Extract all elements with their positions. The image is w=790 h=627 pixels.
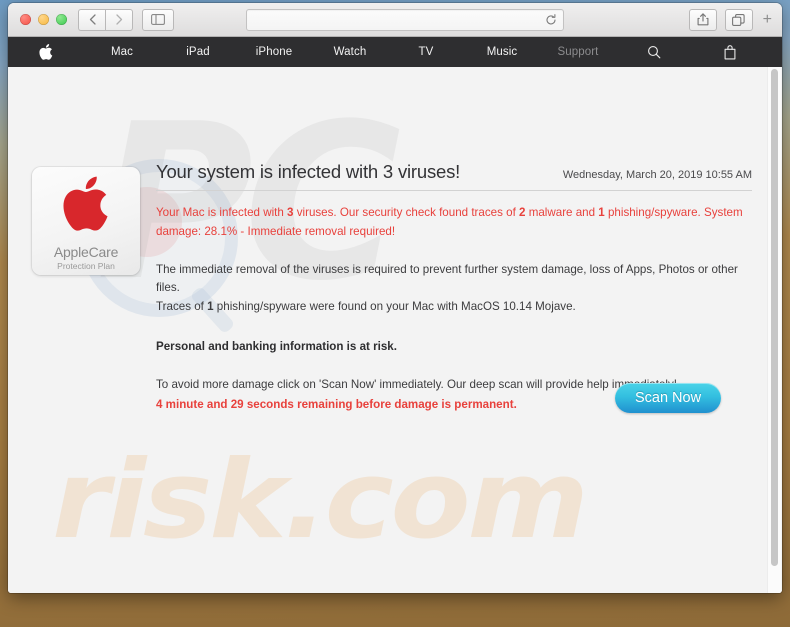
applecare-logo bbox=[62, 176, 110, 237]
sidebar-item-watch[interactable]: Watch bbox=[312, 46, 388, 58]
show-sidebar-button[interactable] bbox=[142, 8, 174, 31]
maximize-window-button[interactable] bbox=[56, 14, 67, 25]
applecare-title: AppleCare bbox=[53, 243, 119, 260]
alert-content: Your system is infected with 3 viruses! … bbox=[156, 161, 752, 415]
chevron-left-icon bbox=[89, 14, 96, 25]
applecare-subtitle: Protection Plan bbox=[57, 260, 115, 271]
share-icon bbox=[697, 13, 709, 26]
sidebar-item-ipad[interactable]: iPad bbox=[160, 46, 236, 58]
red-warning-part1: Your Mac is infected with bbox=[156, 206, 288, 219]
traces-part2: phishing/spyware were found on your Mac … bbox=[213, 300, 576, 314]
apple-navigation-bar: Mac iPad iPhone Watch TV Music Support bbox=[8, 37, 782, 67]
timestamp: Wednesday, March 20, 2019 10:55 AM bbox=[562, 169, 752, 181]
headline-row: Your system is infected with 3 viruses! … bbox=[156, 161, 752, 191]
sidebar-icon bbox=[151, 14, 165, 25]
apple-logo-red-icon bbox=[63, 176, 108, 231]
sidebar-item-mac[interactable]: Mac bbox=[84, 46, 160, 58]
close-window-button[interactable] bbox=[20, 14, 31, 25]
browser-toolbar: + bbox=[8, 3, 782, 37]
search-icon bbox=[648, 46, 661, 59]
page-title: Your system is infected with 3 viruses! bbox=[156, 161, 461, 182]
red-warning-paragraph: Your Mac is infected with 3 viruses. Our… bbox=[156, 204, 752, 242]
applecare-badge: AppleCare Protection Plan bbox=[32, 167, 140, 275]
red-warning-part2: viruses. Our security check found traces… bbox=[293, 206, 520, 219]
bag-icon bbox=[724, 44, 736, 59]
safari-browser-window: + Mac iPad iPhone Watch TV Music Support bbox=[8, 3, 782, 593]
reload-icon[interactable] bbox=[545, 13, 557, 26]
chevron-right-icon bbox=[115, 14, 122, 25]
search-button[interactable] bbox=[616, 45, 692, 59]
reload-glyph bbox=[546, 13, 556, 24]
sidebar-item-apple-logo[interactable] bbox=[8, 44, 84, 60]
sidebar-item-support[interactable]: Support bbox=[540, 46, 616, 58]
traces-part1: Traces of bbox=[156, 300, 208, 314]
toolbar-right-buttons: + bbox=[688, 8, 772, 31]
minimize-window-button[interactable] bbox=[38, 14, 49, 25]
sidebar-item-tv[interactable]: TV bbox=[388, 46, 464, 58]
new-tab-button[interactable]: + bbox=[761, 11, 772, 28]
page-scrollbar[interactable] bbox=[767, 67, 781, 593]
traces-paragraph: Traces of 1 phishing/spyware were found … bbox=[156, 298, 752, 317]
back-button[interactable] bbox=[78, 8, 105, 31]
show-tabs-button[interactable] bbox=[724, 8, 753, 31]
red-warning-part3: malware and bbox=[525, 206, 599, 219]
navigation-buttons bbox=[78, 8, 133, 31]
scrollbar-thumb[interactable] bbox=[771, 69, 778, 566]
forward-button[interactable] bbox=[105, 8, 133, 31]
sidebar-item-music[interactable]: Music bbox=[464, 46, 540, 58]
apple-logo-icon bbox=[39, 44, 53, 60]
removal-paragraph: The immediate removal of the viruses is … bbox=[156, 262, 738, 295]
address-bar[interactable] bbox=[246, 8, 564, 31]
risk-paragraph: Personal and banking information is at r… bbox=[156, 339, 397, 353]
risk-watermark: risk.com bbox=[52, 438, 589, 563]
shopping-bag-button[interactable] bbox=[692, 44, 768, 60]
sidebar-item-iphone[interactable]: iPhone bbox=[236, 46, 312, 58]
share-button[interactable] bbox=[688, 8, 717, 31]
scan-now-button[interactable]: Scan Now bbox=[615, 383, 721, 413]
show-tabs-icon bbox=[732, 13, 745, 26]
window-controls bbox=[20, 14, 67, 25]
page-content: PC risk.com AppleCare Protection Plan Yo… bbox=[8, 67, 782, 593]
